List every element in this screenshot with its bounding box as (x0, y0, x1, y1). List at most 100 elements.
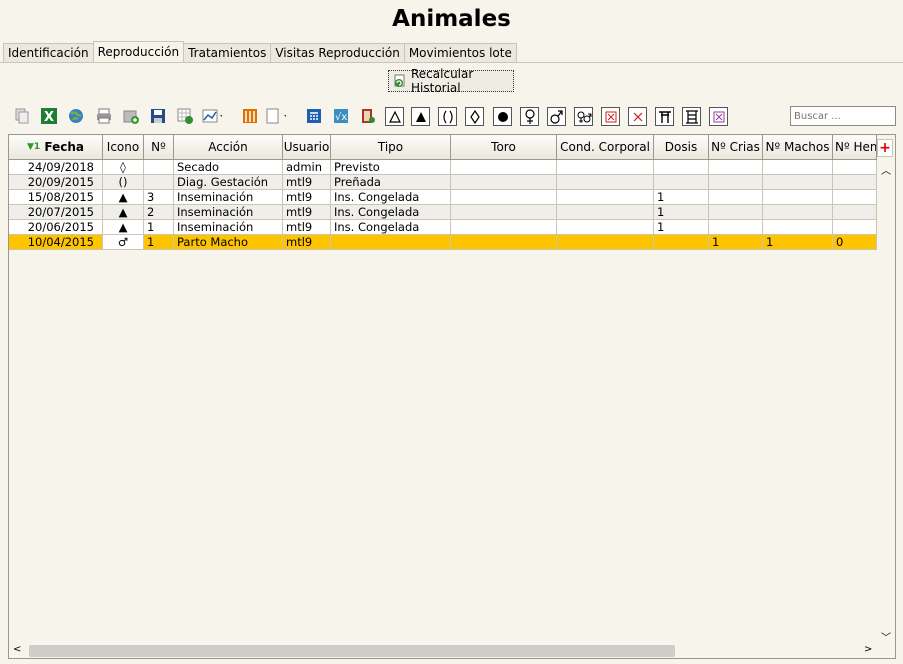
cell-crias[interactable] (709, 175, 763, 190)
cell-cond-corporal[interactable] (557, 175, 654, 190)
cell-cond-corporal[interactable] (557, 220, 654, 235)
cell-usuario[interactable]: mtl9 (283, 205, 331, 220)
cell-numero[interactable] (144, 160, 174, 175)
excel-icon[interactable]: X (39, 106, 59, 126)
table-row[interactable]: 20/06/2015 ▲ 1 Inseminación mtl9 Ins. Congela… (9, 220, 877, 235)
tab-identificacion[interactable]: Identificación (3, 43, 94, 63)
cell-accion[interactable]: Parto Macho (174, 235, 283, 250)
column-header-hembras[interactable]: Nº Hem (833, 135, 877, 160)
formula-icon[interactable]: √x (331, 106, 351, 126)
cell-tipo[interactable] (331, 235, 451, 250)
cell-accion[interactable]: Inseminación (174, 220, 283, 235)
cell-machos[interactable] (763, 220, 833, 235)
cell-machos[interactable]: 1 (763, 235, 833, 250)
cell-hembras[interactable] (833, 175, 877, 190)
chart-icon[interactable] (202, 106, 222, 126)
column-header-machos[interactable]: Nº Machos (763, 135, 833, 160)
cell-machos[interactable] (763, 160, 833, 175)
add-column-button[interactable]: + (877, 139, 893, 157)
triangle-outline-icon[interactable] (385, 107, 404, 126)
add-document-icon[interactable] (121, 106, 141, 126)
cell-dosis[interactable] (654, 235, 709, 250)
cell-hembras[interactable] (833, 205, 877, 220)
cell-cond-corporal[interactable] (557, 160, 654, 175)
cell-dosis[interactable] (654, 175, 709, 190)
search-input[interactable] (790, 106, 896, 126)
scroll-down-icon[interactable]: ﹀ (881, 629, 891, 644)
cell-usuario[interactable]: admin (283, 160, 331, 175)
cell-numero[interactable]: 1 (144, 235, 174, 250)
cell-hembras[interactable] (833, 160, 877, 175)
cell-numero[interactable] (144, 175, 174, 190)
parentheses-icon[interactable] (438, 107, 457, 126)
tab-visitas-reproduccion[interactable]: Visitas Reproducción (270, 43, 405, 63)
column-header-toro[interactable]: Toro (451, 135, 557, 160)
cell-accion[interactable]: Inseminación (174, 205, 283, 220)
cell-tipo[interactable]: Ins. Congelada (331, 220, 451, 235)
cell-machos[interactable] (763, 205, 833, 220)
cell-toro[interactable] (451, 175, 557, 190)
cell-numero[interactable]: 3 (144, 190, 174, 205)
grid-lines-icon[interactable] (682, 107, 701, 126)
scroll-up-icon[interactable]: ︿ (881, 162, 891, 177)
cell-hembras[interactable]: 0 (833, 235, 877, 250)
cell-dosis[interactable]: 1 (654, 205, 709, 220)
boxed-x-purple-icon[interactable] (709, 107, 728, 126)
scroll-right-icon[interactable]: > (864, 644, 872, 655)
cell-cond-corporal[interactable] (557, 235, 654, 250)
cell-fecha[interactable]: 10/04/2015 (9, 235, 103, 250)
cell-toro[interactable] (451, 235, 557, 250)
tab-movimientos-lote[interactable]: Movimientos lote (403, 43, 517, 63)
column-header-tipo[interactable]: Tipo (331, 135, 451, 160)
table-row[interactable]: 24/09/2018 ◊ Secado admin Previsto (9, 160, 877, 175)
cell-cond-corporal[interactable] (557, 205, 654, 220)
tab-reproduccion[interactable]: Reproducción (92, 41, 185, 63)
recalcular-historial-button[interactable]: Recalcular Historial (388, 67, 514, 95)
horizontal-scrollbar[interactable]: < > (9, 644, 877, 658)
cell-usuario[interactable]: mtl9 (283, 235, 331, 250)
cell-usuario[interactable]: mtl9 (283, 175, 331, 190)
table-row[interactable]: 15/08/2015 ▲ 3 Inseminación mtl9 Ins. Congela… (9, 190, 877, 205)
columns-icon[interactable] (240, 106, 260, 126)
cell-crias[interactable]: 1 (709, 235, 763, 250)
export-grid-icon[interactable] (175, 106, 195, 126)
cell-hembras[interactable] (833, 220, 877, 235)
cell-accion[interactable]: Diag. Gestación (174, 175, 283, 190)
cell-tipo[interactable]: Ins. Congelada (331, 190, 451, 205)
table-row[interactable]: 20/07/2015 ▲ 2 Inseminación mtl9 Ins. Congela… (9, 205, 877, 220)
cell-crias[interactable] (709, 160, 763, 175)
cell-usuario[interactable]: mtl9 (283, 220, 331, 235)
column-header-cond-corporal[interactable]: Cond. Corporal (557, 135, 654, 160)
cell-fecha[interactable]: 20/09/2015 (9, 175, 103, 190)
horizontal-scrollbar-thumb[interactable] (29, 645, 675, 657)
male-female-icon[interactable] (574, 107, 593, 126)
cell-crias[interactable] (709, 190, 763, 205)
book-icon[interactable] (358, 106, 378, 126)
column-header-numero[interactable]: Nº (144, 135, 174, 160)
cell-fecha[interactable]: 15/08/2015 (9, 190, 103, 205)
column-header-icono[interactable]: Icono (103, 135, 144, 160)
cell-dosis[interactable]: 1 (654, 220, 709, 235)
cell-icono[interactable]: ▲ (103, 220, 144, 235)
table-row[interactable]: 20/09/2015() Diag. Gestación mtl9 Preñada (9, 175, 877, 190)
x-icon[interactable] (628, 107, 647, 126)
cell-crias[interactable] (709, 205, 763, 220)
pi-icon[interactable] (655, 107, 674, 126)
cell-tipo[interactable]: Ins. Congelada (331, 205, 451, 220)
cell-numero[interactable]: 2 (144, 205, 174, 220)
cell-hembras[interactable] (833, 190, 877, 205)
female-icon[interactable] (520, 107, 539, 126)
cell-fecha[interactable]: 20/06/2015 (9, 220, 103, 235)
cell-tipo[interactable]: Preñada (331, 175, 451, 190)
copy-icon[interactable] (12, 106, 32, 126)
cell-numero[interactable]: 1 (144, 220, 174, 235)
cell-cond-corporal[interactable] (557, 190, 654, 205)
scroll-left-icon[interactable]: < (13, 644, 21, 655)
cell-icono[interactable]: ▲ (103, 190, 144, 205)
cell-toro[interactable] (451, 190, 557, 205)
cell-fecha[interactable]: 20/07/2015 (9, 205, 103, 220)
cell-accion[interactable]: Secado (174, 160, 283, 175)
cell-toro[interactable] (451, 220, 557, 235)
cell-icono[interactable]: ◊ (103, 160, 144, 175)
column-header-accion[interactable]: Acción (174, 135, 283, 160)
